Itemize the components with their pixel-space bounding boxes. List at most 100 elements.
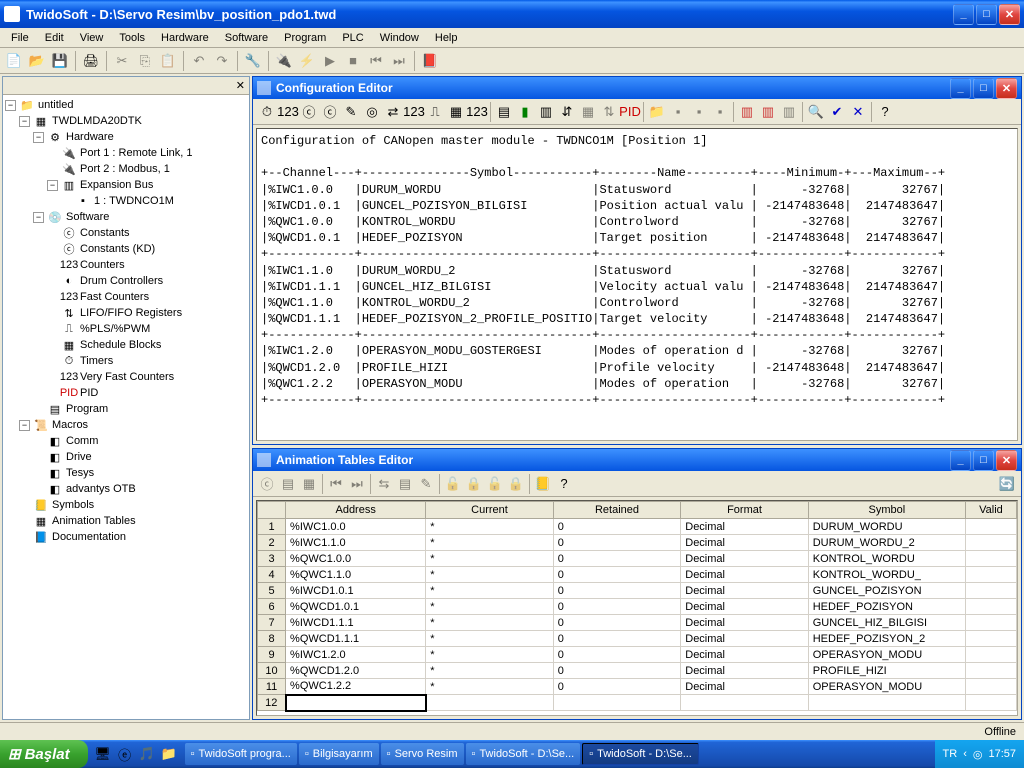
- anim-cell[interactable]: [965, 647, 1016, 663]
- anim-cell[interactable]: 0: [553, 567, 680, 583]
- anim-cell[interactable]: Decimal: [681, 567, 808, 583]
- anim-cell[interactable]: *: [426, 583, 553, 599]
- anim-cell[interactable]: 8: [258, 631, 286, 647]
- tree-sw-drum[interactable]: Drum Controllers: [80, 275, 163, 287]
- anim-table-row[interactable]: 2%IWC1.1.0*0DecimalDURUM_WORDU_2: [258, 535, 1017, 551]
- system-tray[interactable]: TR ‹ ◎ 17:57: [935, 740, 1024, 768]
- anim-cell[interactable]: *: [426, 679, 553, 695]
- forward-icon[interactable]: ⏭: [389, 51, 409, 71]
- anim-minimize-button[interactable]: _: [950, 450, 971, 471]
- config-text-view[interactable]: Configuration of CANopen master module -…: [256, 128, 1018, 441]
- anim-cell[interactable]: [553, 695, 680, 711]
- tree-sw-constantskd[interactable]: Constants (KD): [80, 243, 155, 255]
- anim-cell[interactable]: 0: [553, 519, 680, 535]
- anim-cell[interactable]: %QWC1.2.2: [286, 679, 426, 695]
- run-icon[interactable]: ⚡: [297, 51, 317, 71]
- anim-cell[interactable]: %QWCD1.0.1: [286, 599, 426, 615]
- anim-cell[interactable]: DURUM_WORDU: [808, 519, 965, 535]
- anim-table-row[interactable]: 8%QWCD1.1.1*0DecimalHEDEF_POZISYON_2: [258, 631, 1017, 647]
- tree-mac-comm[interactable]: Comm: [66, 435, 98, 447]
- anim-cell[interactable]: %QWC1.1.0: [286, 567, 426, 583]
- print-icon[interactable]: 🖨: [81, 51, 101, 71]
- ql-folder-icon[interactable]: 📁: [160, 745, 178, 763]
- anim-cell[interactable]: %QWCD1.2.0: [286, 663, 426, 679]
- cfg-tool-icon[interactable]: ⇄: [383, 102, 403, 122]
- cut-icon[interactable]: ✂: [112, 51, 132, 71]
- anim-cell[interactable]: %IWCD1.1.1: [286, 615, 426, 631]
- tree-sw-lifo[interactable]: LIFO/FIFO Registers: [80, 307, 182, 319]
- cfg-tool-icon[interactable]: ▪: [710, 102, 730, 122]
- close-button[interactable]: ✕: [999, 4, 1020, 25]
- tree-macros[interactable]: Macros: [52, 419, 88, 431]
- anim-cell[interactable]: *: [426, 647, 553, 663]
- anim-cell[interactable]: *: [426, 631, 553, 647]
- anim-cell[interactable]: *: [426, 567, 553, 583]
- taskbar-item[interactable]: ▫TwidoSoft - D:\Se...: [466, 743, 581, 765]
- tree-toggle[interactable]: −: [47, 180, 58, 191]
- anim-cell[interactable]: [965, 695, 1016, 711]
- anim-cell[interactable]: Decimal: [681, 663, 808, 679]
- anim-tool-icon[interactable]: 🔒: [506, 474, 526, 494]
- anim-cell[interactable]: Decimal: [681, 535, 808, 551]
- cfg-tool-icon[interactable]: ▥: [779, 102, 799, 122]
- anim-cell[interactable]: 6: [258, 599, 286, 615]
- anim-cell[interactable]: DURUM_WORDU_2: [808, 535, 965, 551]
- tree-sw-pls[interactable]: %PLS/%PWM: [80, 323, 150, 335]
- anim-col-header[interactable]: Address: [286, 502, 426, 519]
- save-icon[interactable]: 💾: [50, 51, 70, 71]
- analyze-icon[interactable]: 🔧: [243, 51, 263, 71]
- anim-help-icon[interactable]: ?: [554, 474, 574, 494]
- anim-cell[interactable]: HEDEF_POZISYON_2: [808, 631, 965, 647]
- tree-sw-fastcounters[interactable]: Fast Counters: [80, 291, 149, 303]
- cfg-tool-icon[interactable]: ✎: [341, 102, 361, 122]
- menu-window[interactable]: Window: [373, 30, 426, 46]
- tree-software[interactable]: Software: [66, 211, 109, 223]
- redo-icon[interactable]: ↷: [212, 51, 232, 71]
- anim-table-row[interactable]: 11%QWC1.2.2*0DecimalOPERASYON_MODU: [258, 679, 1017, 695]
- anim-cell[interactable]: 0: [553, 551, 680, 567]
- cfg-tool-icon[interactable]: ▥: [737, 102, 757, 122]
- ql-media-icon[interactable]: 🎵: [138, 745, 156, 763]
- anim-refresh-icon[interactable]: 🔄: [997, 474, 1017, 494]
- cfg-tool-icon[interactable]: ⏱: [257, 102, 277, 122]
- cfg-tool-icon[interactable]: ⇅: [599, 102, 619, 122]
- menu-hardware[interactable]: Hardware: [154, 30, 216, 46]
- tree-sw-constants[interactable]: Constants: [80, 227, 130, 239]
- menu-program[interactable]: Program: [277, 30, 333, 46]
- tree-hardware[interactable]: Hardware: [66, 131, 114, 143]
- cfg-tool-icon[interactable]: ▦: [446, 102, 466, 122]
- anim-cell[interactable]: [965, 631, 1016, 647]
- taskbar-item[interactable]: ▫Servo Resim: [381, 743, 464, 765]
- stop-icon[interactable]: ■: [343, 51, 363, 71]
- anim-cell[interactable]: [965, 535, 1016, 551]
- cfg-tool-icon[interactable]: 📁: [647, 102, 667, 122]
- tray-icon[interactable]: ◎: [973, 748, 983, 761]
- anim-cell[interactable]: %IWCD1.0.1: [286, 583, 426, 599]
- anim-cell[interactable]: 10: [258, 663, 286, 679]
- cfg-tool-icon[interactable]: ▥: [536, 102, 556, 122]
- anim-cell[interactable]: Decimal: [681, 615, 808, 631]
- anim-tool-icon[interactable]: ▦: [299, 474, 319, 494]
- anim-cell[interactable]: 9: [258, 647, 286, 663]
- cfg-tool-icon[interactable]: ▪: [668, 102, 688, 122]
- tree-toggle[interactable]: −: [19, 420, 30, 431]
- tree-mac-otb[interactable]: advantys OTB: [66, 483, 136, 495]
- cfg-tool-icon[interactable]: 123: [467, 102, 487, 122]
- new-icon[interactable]: 📄: [4, 51, 24, 71]
- anim-tool-icon[interactable]: ▤: [395, 474, 415, 494]
- anim-cell[interactable]: Decimal: [681, 583, 808, 599]
- anim-tool-icon[interactable]: ▤: [278, 474, 298, 494]
- anim-cell[interactable]: Decimal: [681, 519, 808, 535]
- anim-cell[interactable]: *: [426, 663, 553, 679]
- anim-cell[interactable]: [965, 583, 1016, 599]
- anim-cell[interactable]: *: [426, 535, 553, 551]
- anim-cell[interactable]: GUNCEL_HIZ_BILGISI: [808, 615, 965, 631]
- start-button[interactable]: ⊞ Başlat: [0, 740, 88, 768]
- help-icon[interactable]: 📕: [420, 51, 440, 71]
- anim-tool-icon[interactable]: 📒: [533, 474, 553, 494]
- anim-cell[interactable]: 0: [553, 535, 680, 551]
- menu-view[interactable]: View: [73, 30, 111, 46]
- anim-cell[interactable]: HEDEF_POZISYON: [808, 599, 965, 615]
- anim-cell[interactable]: 4: [258, 567, 286, 583]
- tree-port1[interactable]: Port 1 : Remote Link, 1: [80, 147, 193, 159]
